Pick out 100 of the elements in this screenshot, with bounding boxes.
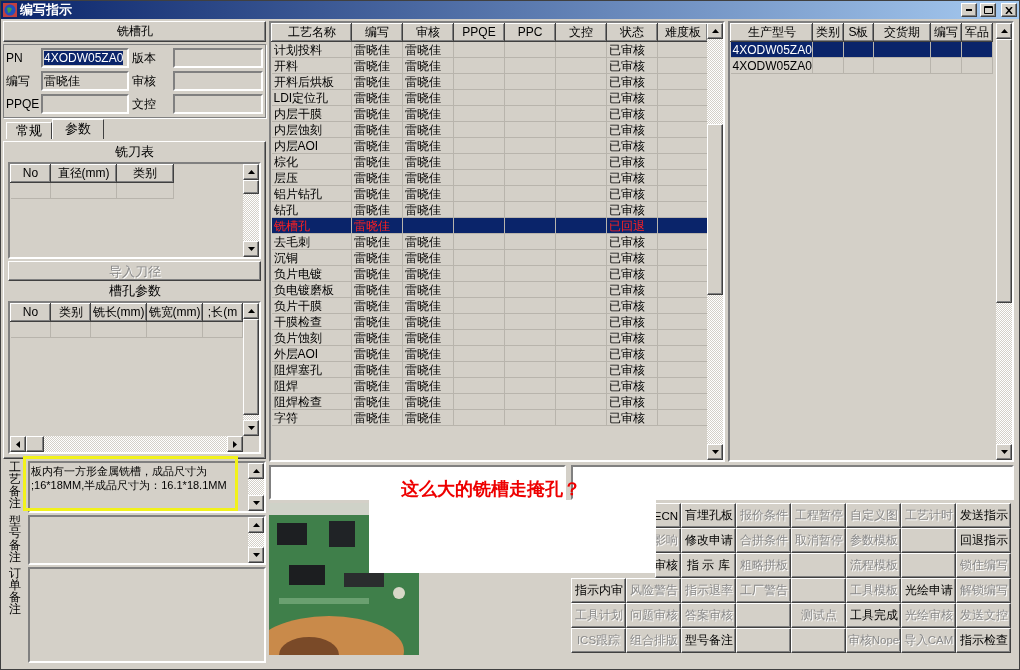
table-row[interactable]: 4XODW05ZA0 bbox=[730, 57, 993, 74]
scroll-arrow-button[interactable] bbox=[707, 444, 723, 460]
scrollbar[interactable] bbox=[248, 463, 264, 511]
column-header[interactable]: ;长(m bbox=[202, 303, 243, 322]
column-header[interactable]: PPQE bbox=[453, 23, 505, 42]
column-header[interactable]: S板 bbox=[843, 23, 874, 42]
scroll-arrow-button[interactable] bbox=[243, 303, 259, 319]
table-row[interactable]: 开料 雷晓佳 雷晓佳 已审核 bbox=[271, 57, 707, 74]
scroll-arrow-button[interactable] bbox=[707, 23, 723, 39]
scrollbar[interactable] bbox=[243, 303, 259, 436]
column-header[interactable]: 类别 bbox=[812, 23, 844, 42]
scroll-arrow-button[interactable] bbox=[248, 463, 264, 479]
scrollbar[interactable] bbox=[248, 517, 264, 563]
scrollbar[interactable] bbox=[243, 164, 259, 257]
table-row[interactable]: 阻焊 雷晓佳 雷晓佳 已审核 bbox=[271, 377, 707, 394]
text-field[interactable]: 雷晓佳 bbox=[41, 71, 129, 91]
table-row[interactable]: 阻焊塞孔 雷晓佳 雷晓佳 已审核 bbox=[271, 361, 707, 378]
command-button[interactable]: 光绘申请 bbox=[901, 578, 956, 603]
blank-button[interactable] bbox=[736, 603, 791, 628]
column-header[interactable]: 铣宽(mm) bbox=[146, 303, 203, 322]
memo-field[interactable] bbox=[28, 515, 266, 565]
memo-field[interactable] bbox=[28, 567, 266, 663]
table-row[interactable]: 负电镀磨板 雷晓佳 雷晓佳 已审核 bbox=[271, 281, 707, 298]
scrollbar[interactable] bbox=[10, 436, 243, 452]
column-header[interactable]: 审核 bbox=[402, 23, 454, 42]
scroll-thumb[interactable] bbox=[243, 319, 259, 416]
column-header[interactable]: No bbox=[10, 303, 51, 322]
column-header[interactable]: 状态 bbox=[606, 23, 658, 42]
column-header[interactable]: 类别 bbox=[50, 303, 91, 322]
column-header[interactable]: 生产型号 bbox=[730, 23, 813, 42]
column-header[interactable]: 文控 bbox=[555, 23, 607, 42]
scroll-arrow-button[interactable] bbox=[248, 517, 264, 533]
command-button[interactable]: 型号备注 bbox=[681, 628, 736, 653]
scroll-arrow-button[interactable] bbox=[248, 547, 264, 563]
tab[interactable]: 常规 bbox=[6, 122, 52, 139]
scrollbar[interactable] bbox=[996, 23, 1012, 460]
column-header[interactable]: 难度板 bbox=[657, 23, 707, 42]
column-header[interactable]: 类别 bbox=[116, 164, 174, 183]
minimize-button[interactable] bbox=[961, 3, 977, 17]
table-row[interactable]: 负片电镀 雷晓佳 雷晓佳 已审核 bbox=[271, 265, 707, 282]
scroll-thumb[interactable] bbox=[707, 123, 723, 295]
table-row[interactable]: 开料后烘板 雷晓佳 雷晓佳 已审核 bbox=[271, 73, 707, 90]
command-button[interactable]: 指示内审 bbox=[571, 578, 626, 603]
table-row[interactable]: 计划投料 雷晓佳 雷晓佳 已审核 bbox=[271, 41, 707, 58]
table-row[interactable]: 钻孔 雷晓佳 雷晓佳 已审核 bbox=[271, 201, 707, 218]
column-header[interactable]: 工艺名称 bbox=[271, 23, 352, 42]
table-row[interactable]: 内层AOI 雷晓佳 雷晓佳 已审核 bbox=[271, 137, 707, 154]
scroll-arrow-button[interactable] bbox=[243, 241, 259, 257]
command-button[interactable]: 回退指示 bbox=[956, 528, 1011, 553]
scroll-thumb[interactable] bbox=[996, 39, 1012, 303]
command-button[interactable]: 指示检查 bbox=[956, 628, 1011, 653]
scroll-arrow-button[interactable] bbox=[996, 444, 1012, 460]
blank-button[interactable] bbox=[901, 553, 956, 578]
text-field[interactable] bbox=[173, 94, 263, 114]
text-field[interactable] bbox=[173, 71, 263, 91]
table-row[interactable]: 铝片钻孔 雷晓佳 雷晓佳 已审核 bbox=[271, 185, 707, 202]
scroll-arrow-button[interactable] bbox=[243, 420, 259, 436]
table-row[interactable]: 去毛刺 雷晓佳 雷晓佳 已审核 bbox=[271, 233, 707, 250]
column-header[interactable]: 编写 bbox=[930, 23, 962, 42]
scrollbar[interactable] bbox=[707, 23, 723, 460]
scroll-thumb[interactable] bbox=[26, 436, 44, 452]
column-header[interactable]: 编写 bbox=[351, 23, 403, 42]
column-header[interactable]: 军品 bbox=[961, 23, 993, 42]
scroll-arrow-button[interactable] bbox=[996, 23, 1012, 39]
table-row[interactable]: LDI定位孔 雷晓佳 雷晓佳 已审核 bbox=[271, 89, 707, 106]
blank-button[interactable] bbox=[736, 628, 791, 653]
command-button[interactable]: 审核 bbox=[655, 553, 681, 578]
column-header[interactable]: 铣长(mm) bbox=[90, 303, 147, 322]
scroll-thumb[interactable] bbox=[243, 180, 259, 194]
table-row[interactable]: 字符 雷晓佳 雷晓佳 已审核 bbox=[271, 409, 707, 426]
scroll-arrow-button[interactable] bbox=[248, 495, 264, 511]
command-button[interactable]: 修改申请 bbox=[681, 528, 736, 553]
table-row[interactable]: 内层干膜 雷晓佳 雷晓佳 已审核 bbox=[271, 105, 707, 122]
column-header[interactable]: 交货期 bbox=[873, 23, 931, 42]
column-header[interactable]: PPC bbox=[504, 23, 556, 42]
table-row[interactable]: 阻焊检查 雷晓佳 雷晓佳 已审核 bbox=[271, 393, 707, 410]
blank-button[interactable] bbox=[791, 578, 846, 603]
text-field[interactable] bbox=[173, 48, 263, 68]
table-row[interactable]: 棕化 雷晓佳 雷晓佳 已审核 bbox=[271, 153, 707, 170]
column-header[interactable]: No bbox=[10, 164, 51, 183]
scroll-arrow-button[interactable] bbox=[227, 436, 243, 452]
blank-button[interactable] bbox=[901, 528, 956, 553]
table-row[interactable]: 负片蚀刻 雷晓佳 雷晓佳 已审核 bbox=[271, 329, 707, 346]
maximize-button[interactable] bbox=[980, 3, 996, 17]
table-row[interactable]: 外层AOI 雷晓佳 雷晓佳 已审核 bbox=[271, 345, 707, 362]
column-header[interactable]: 直径(mm) bbox=[50, 164, 117, 183]
command-button[interactable]: 工具完成 bbox=[846, 603, 901, 628]
command-button[interactable]: 发送指示 bbox=[956, 503, 1011, 528]
command-button[interactable]: 盲埋孔板 bbox=[681, 503, 736, 528]
blank-button[interactable] bbox=[791, 628, 846, 653]
tab[interactable]: 参数 bbox=[52, 119, 104, 139]
blank-button[interactable] bbox=[791, 553, 846, 578]
scroll-arrow-button[interactable] bbox=[243, 164, 259, 180]
scroll-arrow-button[interactable] bbox=[10, 436, 26, 452]
text-field[interactable]: 4XODW05ZA0 bbox=[41, 48, 129, 68]
table-row[interactable]: 内层蚀刻 雷晓佳 雷晓佳 已审核 bbox=[271, 121, 707, 138]
table-row[interactable]: 层压 雷晓佳 雷晓佳 已审核 bbox=[271, 169, 707, 186]
close-button[interactable] bbox=[1001, 3, 1017, 17]
table-row[interactable]: 沉铜 雷晓佳 雷晓佳 已审核 bbox=[271, 249, 707, 266]
memo-field[interactable]: 板内有一方形金属铣槽，成品尺寸为 ;16*18MM,半成品尺寸为：16.1*18.1MM bbox=[28, 461, 266, 513]
